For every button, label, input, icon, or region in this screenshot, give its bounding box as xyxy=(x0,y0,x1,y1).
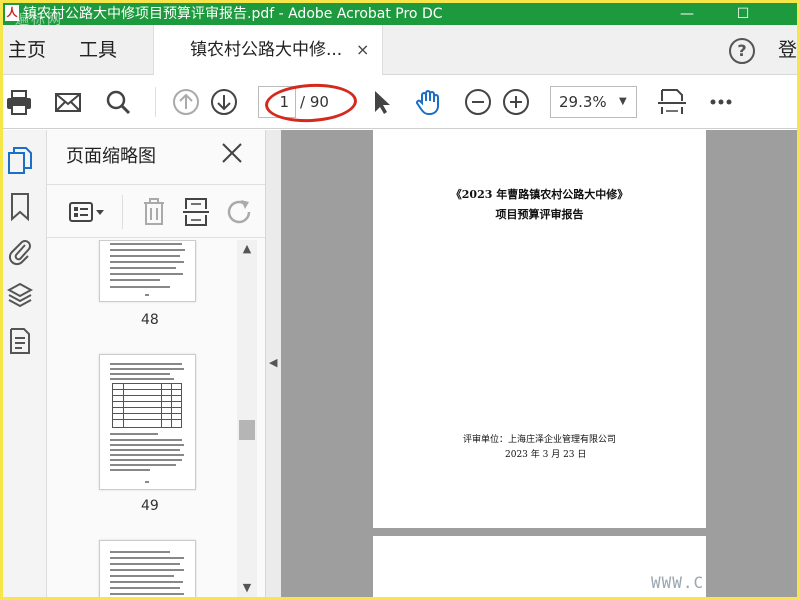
site-watermark: WWW.C xyxy=(651,573,705,592)
thumbnail-options-icon[interactable] xyxy=(68,198,108,226)
toolbar: 1 / 90 29.3% ▼ xyxy=(3,75,797,129)
document-subtitle: 项目预算评审报告 xyxy=(495,208,584,221)
minimize-button[interactable]: — xyxy=(667,3,707,25)
print-icon[interactable] xyxy=(5,88,33,116)
collapse-arrow-icon: ◀ xyxy=(269,356,278,369)
zoom-out-icon[interactable] xyxy=(464,88,492,116)
window-title: 镇农村公路大中修项目预算评审报告.pdf - Adobe Acrobat Pro… xyxy=(23,6,443,22)
page-up-icon[interactable] xyxy=(172,88,200,116)
search-icon[interactable] xyxy=(104,88,132,116)
layers-icon[interactable] xyxy=(7,280,33,310)
thumbnail-toolbar xyxy=(47,184,265,238)
thumbnail-page[interactable] xyxy=(99,540,196,597)
toolbar-divider xyxy=(122,195,123,229)
zoom-in-icon[interactable] xyxy=(502,88,530,116)
document-date: 2023 年 3 月 23 日 xyxy=(505,450,587,460)
document-reviewer: 评审单位：上海庄泽企业管理有限公司 xyxy=(463,435,617,445)
tab-home[interactable]: 主页 xyxy=(8,25,46,75)
tab-document[interactable]: 镇农村公路大中修... × xyxy=(153,25,383,75)
navigation-rail xyxy=(3,130,47,597)
thumbnail-page-number: 49 xyxy=(141,498,159,514)
thumbnail-page[interactable] xyxy=(99,240,196,302)
insert-page-icon[interactable] xyxy=(182,197,210,227)
thumbnail-scrollbar[interactable]: ▲ ▼ xyxy=(237,240,257,597)
hand-tool-icon[interactable] xyxy=(415,88,443,116)
scrollbar-thumb[interactable] xyxy=(239,420,255,440)
more-icon[interactable] xyxy=(707,88,735,116)
fit-page-icon[interactable] xyxy=(657,88,687,116)
rotate-page-icon[interactable] xyxy=(225,197,255,227)
title-bar: 人 镇农村公路大中修项目预算评审报告.pdf - Adobe Acrobat P… xyxy=(3,3,797,25)
scroll-down-icon[interactable]: ▼ xyxy=(237,579,257,597)
email-icon[interactable] xyxy=(54,88,82,116)
document-tab-label: 镇农村公路大中修... xyxy=(190,40,343,60)
tab-bar: 主页 工具 镇农村公路大中修... × ? 登 xyxy=(3,25,797,75)
document-properties-icon[interactable] xyxy=(7,326,33,356)
select-pointer-icon[interactable] xyxy=(367,88,395,116)
document-title: 《2023 年曹路镇农村公路大中修》 xyxy=(450,188,629,201)
collapse-panel-handle[interactable]: ◀ xyxy=(265,130,281,597)
bookmark-icon[interactable] xyxy=(7,192,33,222)
chevron-down-icon: ▼ xyxy=(619,96,627,107)
page-thumbnails-panel: 页面缩略图 48 49 ▲ ▼ xyxy=(47,130,265,597)
delete-page-icon[interactable] xyxy=(141,197,167,227)
app-window: 人 镇农村公路大中修项目预算评审报告.pdf - Adobe Acrobat P… xyxy=(3,3,797,597)
attachment-icon[interactable] xyxy=(7,236,33,266)
toolbar-divider xyxy=(155,87,156,117)
document-viewer[interactable]: 《2023 年曹路镇农村公路大中修》 项目预算评审报告 评审单位：上海庄泽企业管… xyxy=(281,130,797,597)
maximize-button[interactable]: ☐ xyxy=(723,3,763,25)
thumbnail-page[interactable] xyxy=(99,354,196,490)
zoom-value: 29.3% xyxy=(559,93,607,111)
thumbnail-list: 48 49 xyxy=(47,240,237,597)
document-page: 《2023 年曹路镇农村公路大中修》 项目预算评审报告 评审单位：上海庄泽企业管… xyxy=(373,130,706,528)
site-watermark: 遍标网 xyxy=(15,12,63,25)
page-thumbnails-icon[interactable] xyxy=(7,146,33,176)
sign-in-button[interactable]: 登 xyxy=(778,25,797,75)
help-icon[interactable]: ? xyxy=(729,38,755,64)
zoom-select[interactable]: 29.3% ▼ xyxy=(550,86,637,118)
panel-title: 页面缩略图 xyxy=(66,146,156,167)
thumbnail-page-number: 48 xyxy=(141,312,159,328)
thumbnail-table xyxy=(112,383,182,428)
page-down-icon[interactable] xyxy=(210,88,238,116)
scroll-up-icon[interactable]: ▲ xyxy=(237,240,257,258)
tab-tools[interactable]: 工具 xyxy=(79,25,117,75)
close-tab-icon[interactable]: × xyxy=(356,25,369,75)
close-panel-icon[interactable] xyxy=(219,140,245,166)
